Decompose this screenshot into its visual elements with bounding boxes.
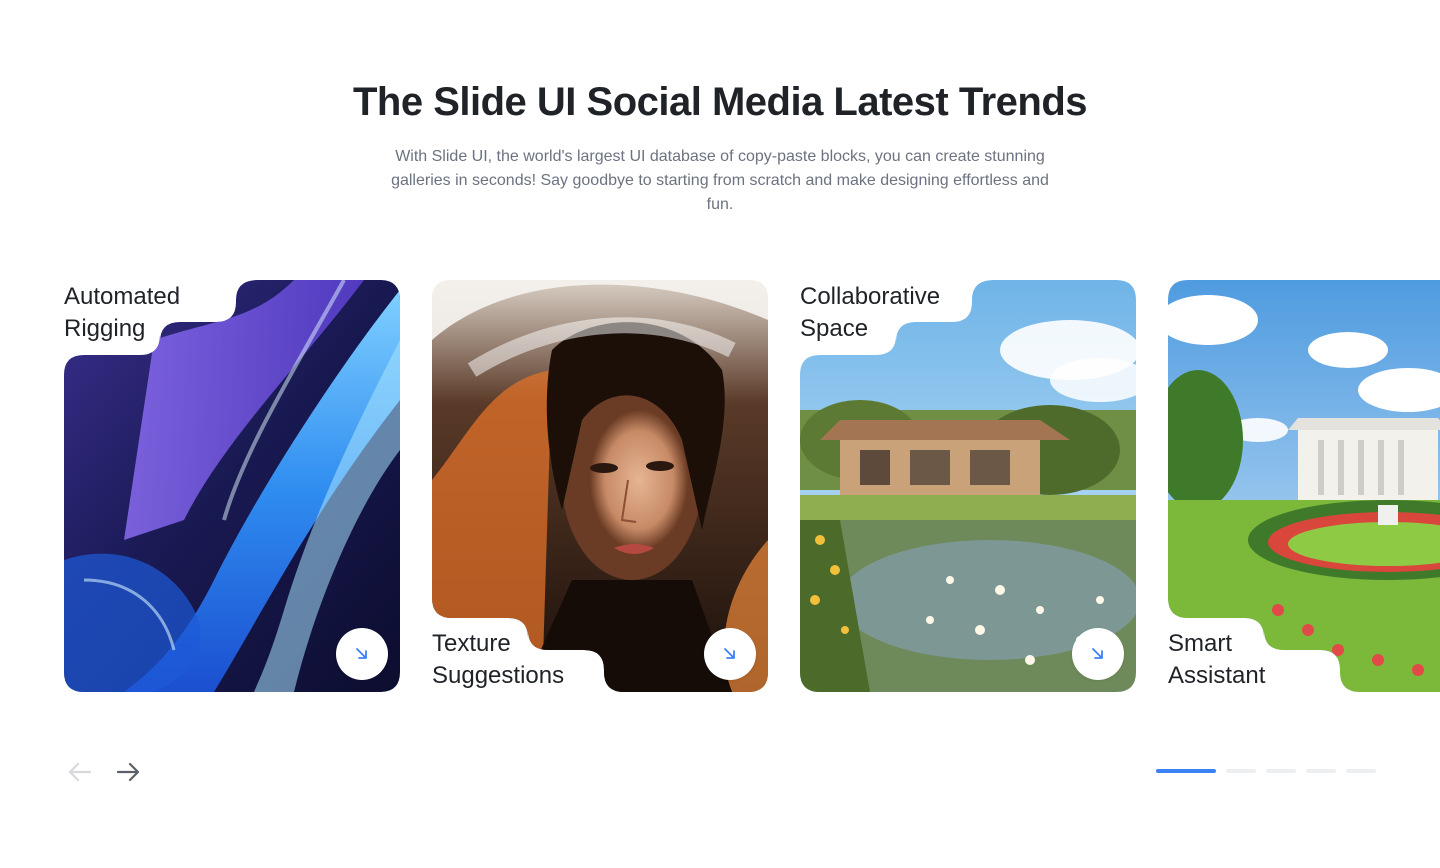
arrow-down-right-icon xyxy=(356,648,367,659)
carousel-pagination xyxy=(1156,769,1376,775)
card-open-button[interactable] xyxy=(336,628,388,680)
section-title: The Slide UI Social Media Latest Trends xyxy=(352,80,1088,124)
pagination-dot-1[interactable] xyxy=(1156,769,1216,773)
pagination-dot-2[interactable] xyxy=(1226,769,1256,773)
carousel-prev-button[interactable] xyxy=(66,758,96,786)
pagination-dot-4[interactable] xyxy=(1306,769,1336,773)
card-title: Smart Assistant xyxy=(1168,630,1266,689)
pagination-dot-5[interactable] xyxy=(1346,769,1376,773)
carousel-track: Automated Rigging Texture Suggestions Co… xyxy=(64,280,1440,692)
arrow-left-icon xyxy=(68,762,92,782)
section-subtitle: With Slide UI, the world's largest UI da… xyxy=(391,148,1049,213)
carousel-next-button[interactable] xyxy=(114,758,144,786)
arrow-down-right-icon xyxy=(1092,648,1103,659)
card-title: Collaborative Space xyxy=(800,283,941,342)
arrow-right-icon xyxy=(116,762,140,782)
card-automated-rigging[interactable]: Automated Rigging xyxy=(64,280,400,692)
card-open-button[interactable] xyxy=(1072,628,1124,680)
card-collaborative-space[interactable]: Collaborative Space xyxy=(800,280,1136,692)
card-open-button[interactable] xyxy=(704,628,756,680)
pagination-dot-3[interactable] xyxy=(1266,769,1296,773)
arrow-down-right-icon xyxy=(724,648,735,659)
card-title: Texture Suggestions xyxy=(432,630,565,689)
card-texture-suggestions[interactable]: Texture Suggestions xyxy=(432,280,768,692)
card-title: Automated Rigging xyxy=(64,283,181,342)
card-smart-assistant[interactable]: Smart Assistant xyxy=(1168,280,1440,692)
trends-section: The Slide UI Social Media Latest Trends … xyxy=(0,0,1440,868)
